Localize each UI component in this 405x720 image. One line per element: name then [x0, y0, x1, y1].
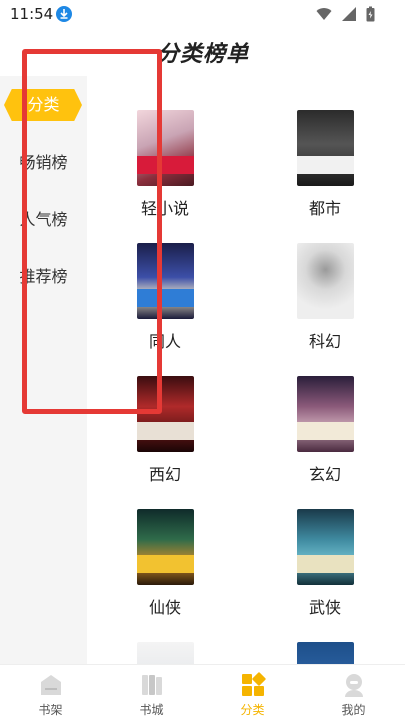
category-label: 武侠 — [308, 598, 341, 617]
category-item-sci-fi[interactable]: 科幻 — [265, 243, 385, 352]
book-cover — [296, 243, 354, 319]
book-cover — [296, 642, 354, 664]
book-cover — [296, 376, 354, 452]
category-label: 西幻 — [148, 465, 181, 484]
category-item-wuxia[interactable]: 武侠 — [265, 509, 385, 618]
tab-label: 分类 — [240, 703, 265, 717]
category-item-fan-fiction[interactable]: 同人 — [105, 243, 225, 352]
page-title: 分类榜单 — [157, 42, 250, 67]
category-item-western-fantasy[interactable]: 西幻 — [105, 376, 225, 485]
book-cover — [136, 376, 194, 452]
book-cover — [136, 243, 194, 319]
category-item-light-novel[interactable]: 轻小说 — [105, 110, 225, 219]
sidebar-item-popular[interactable]: 人气榜 — [0, 204, 87, 236]
category-grid: 轻小说 都市 同人 科幻 西幻 玄幻 仙侠 武侠 — [87, 76, 405, 664]
category-item-partial[interactable] — [105, 642, 225, 664]
tab-bookshelf[interactable]: 书架 — [0, 665, 101, 720]
tab-category[interactable]: 分类 — [202, 665, 303, 720]
category-label: 仙侠 — [148, 598, 181, 617]
sidebar-item-bestseller[interactable]: 畅销榜 — [0, 147, 87, 179]
category-icon — [239, 671, 267, 699]
system-icons — [312, 6, 375, 25]
category-item-partial[interactable] — [265, 642, 385, 664]
sidebar-item-category[interactable]: 分类 — [0, 89, 87, 121]
signal-icon — [341, 7, 356, 21]
bottom-tab-bar: 书架 书城 分类 我的 — [0, 664, 405, 720]
category-label: 同人 — [148, 332, 181, 351]
status-bar: 11:54 — [0, 0, 405, 28]
bookstore-icon — [138, 671, 166, 699]
tab-profile[interactable]: 我的 — [303, 665, 404, 720]
category-label: 玄幻 — [308, 465, 341, 484]
category-item-xianxia[interactable]: 仙侠 — [105, 509, 225, 618]
tab-label: 我的 — [341, 703, 366, 717]
category-label: 科幻 — [308, 332, 341, 351]
status-time: 11:54 — [10, 5, 54, 23]
battery-icon — [366, 6, 375, 22]
tab-label: 书架 — [38, 703, 63, 717]
category-item-xuanhuan[interactable]: 玄幻 — [265, 376, 385, 485]
download-icon — [56, 6, 72, 22]
category-label: 都市 — [308, 199, 341, 218]
book-cover — [136, 642, 194, 664]
category-item-urban[interactable]: 都市 — [265, 110, 385, 219]
profile-icon — [340, 671, 368, 699]
tab-bookstore[interactable]: 书城 — [101, 665, 202, 720]
book-cover — [296, 110, 354, 186]
book-cover — [136, 509, 194, 585]
book-cover — [296, 509, 354, 585]
sidebar-item-recommended[interactable]: 推荐榜 — [0, 261, 87, 293]
tab-label: 书城 — [139, 703, 164, 717]
category-label: 轻小说 — [140, 199, 189, 218]
bookshelf-icon — [37, 671, 65, 699]
book-cover — [136, 110, 194, 186]
wifi-icon — [316, 8, 332, 20]
sidebar: 分类 畅销榜 人气榜 推荐榜 — [0, 76, 87, 664]
